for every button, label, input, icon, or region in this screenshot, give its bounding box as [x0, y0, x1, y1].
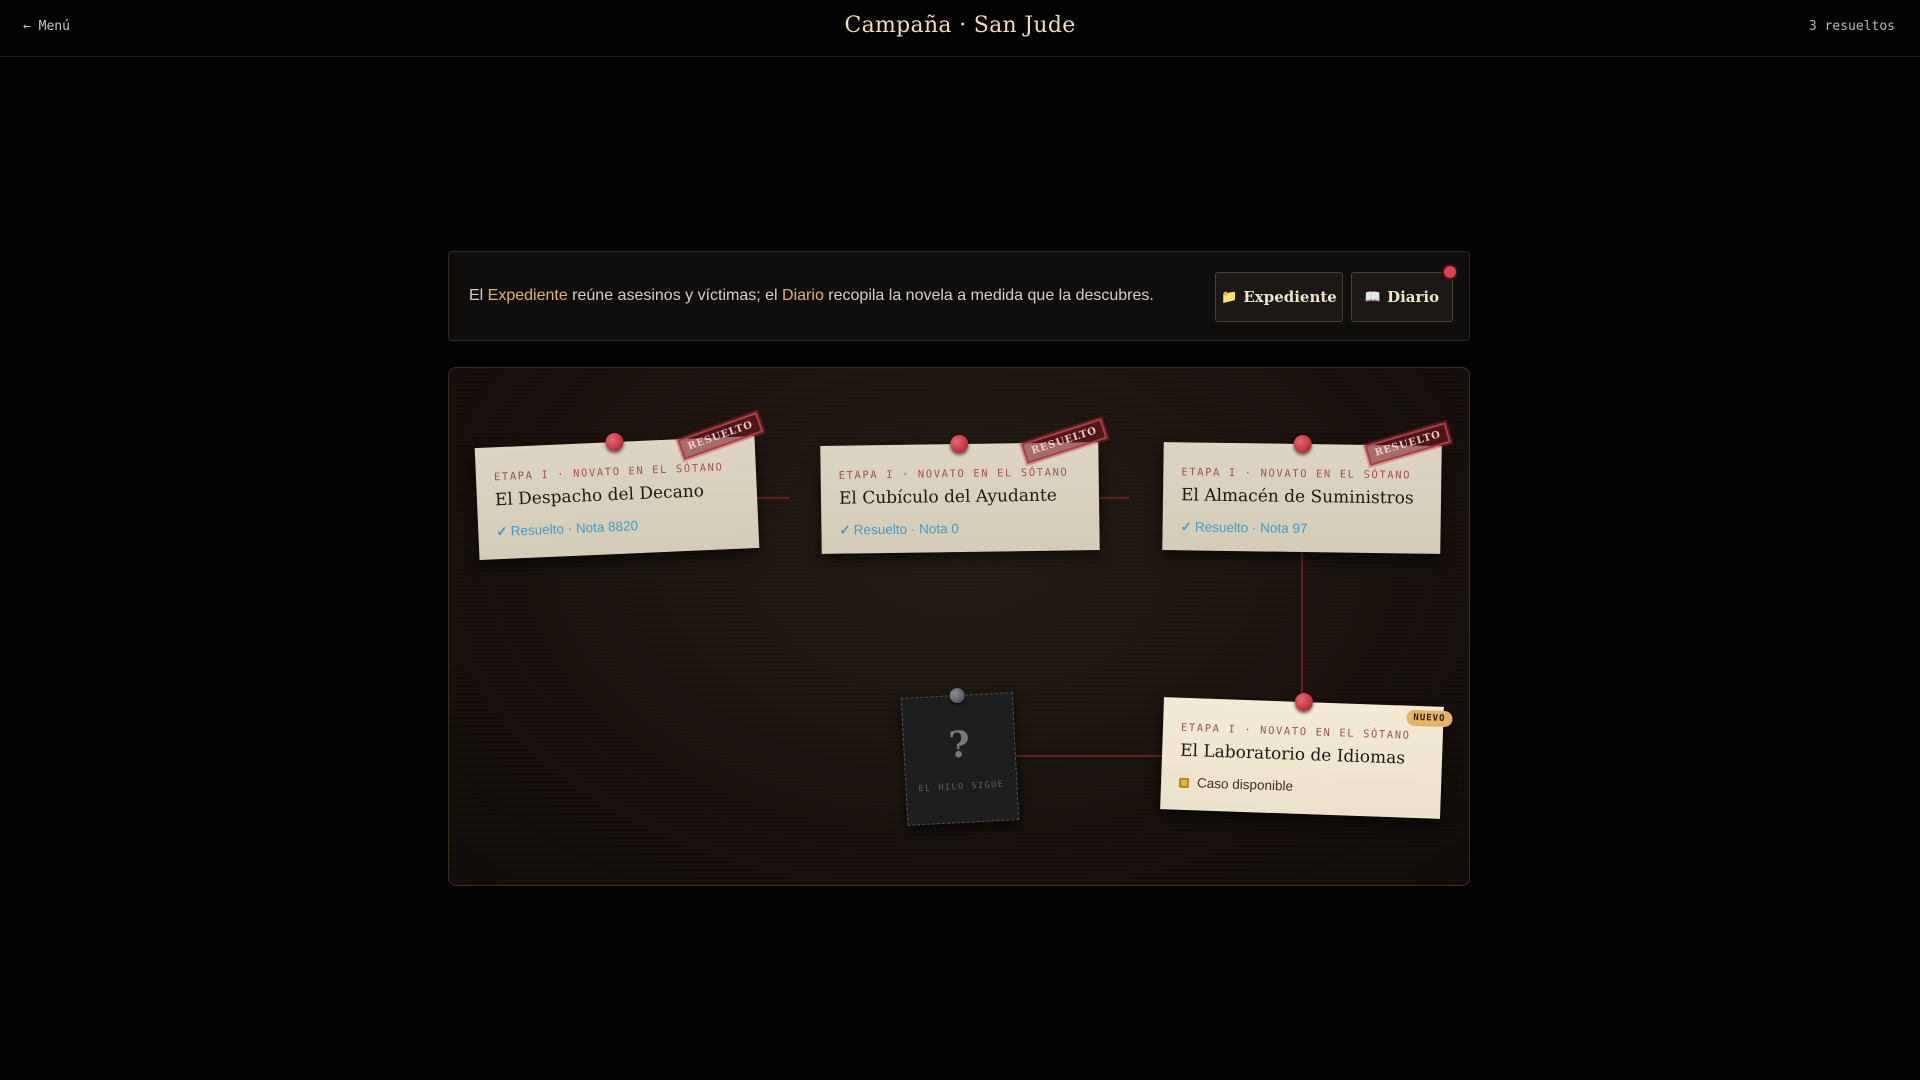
expediente-button[interactable]: 📁 Expediente — [1215, 272, 1343, 322]
locked-hint: EL HILO SIGUE — [918, 779, 1005, 795]
case-status: ✓ Resuelto · Nota 8820 — [496, 518, 638, 540]
diario-button[interactable]: 📖 Diario — [1351, 272, 1453, 322]
resolved-stamp: RESUELTO — [1020, 418, 1108, 464]
notification-dot — [1444, 266, 1456, 278]
pushpin-icon — [949, 687, 966, 704]
question-mark-icon: ? — [947, 723, 971, 767]
resolved-stamp: RESUELTO — [1364, 422, 1452, 466]
book-icon: 📖 — [1364, 289, 1382, 305]
case-status-text: Resuelto · Nota 97 — [1194, 519, 1308, 537]
intro-panel: El Expediente reúne asesinos y víctimas;… — [448, 251, 1470, 341]
case-card-new[interactable]: NUEVO ETAPA I · NOVATO EN EL SÓTANO El L… — [1160, 692, 1453, 819]
pushpin-icon — [1294, 692, 1314, 712]
pushpin-icon — [1293, 434, 1312, 454]
case-stage: ETAPA I · NOVATO EN EL SÓTANO — [838, 466, 1069, 482]
intro-text-part: recopila la novela a medida que la descu… — [823, 287, 1154, 304]
case-status: Caso disponible — [1178, 775, 1294, 794]
pushpin-icon — [605, 432, 624, 452]
thread-line — [1301, 548, 1303, 708]
top-bar: ← Menú Campaña · San Jude 3 resueltos — [0, 0, 1920, 57]
case-card[interactable]: RESUELTO ETAPA I · NOVATO EN EL SÓTANO E… — [1162, 422, 1452, 554]
case-card[interactable]: RESUELTO ETAPA I · NOVATO EN EL SÓTANO E… — [820, 418, 1108, 554]
available-icon — [1178, 777, 1190, 789]
check-icon: ✓ — [496, 523, 508, 540]
case-status-text: Resuelto · Nota 0 — [853, 521, 959, 538]
folder-icon: 📁 — [1221, 289, 1238, 305]
intro-text-part: reúne asesinos y víctimas; el — [567, 287, 783, 304]
case-stage: ETAPA I · NOVATO EN EL SÓTANO — [1180, 721, 1411, 742]
diario-button-label: Diario — [1387, 288, 1440, 306]
case-status-text: Resuelto · Nota 8820 — [510, 518, 639, 539]
case-title: El Despacho del Decano — [494, 481, 705, 511]
case-board: RESUELTO ETAPA I · NOVATO EN EL SÓTANO E… — [448, 367, 1470, 886]
intro-text: El Expediente reúne asesinos y víctimas;… — [469, 287, 1154, 305]
check-icon: ✓ — [839, 522, 851, 538]
case-title: El Cubículo del Ayudante — [838, 485, 1057, 509]
page-title: Campaña · San Jude — [844, 13, 1076, 38]
case-status-text: Caso disponible — [1196, 775, 1294, 794]
case-status: ✓ Resuelto · Nota 97 — [1180, 519, 1307, 537]
case-title: El Laboratorio de Idiomas — [1179, 740, 1406, 769]
pushpin-icon — [950, 434, 969, 454]
check-icon: ✓ — [1180, 519, 1193, 535]
diario-highlight: Diario — [782, 287, 824, 304]
case-card[interactable]: RESUELTO ETAPA I · NOVATO EN EL SÓTANO E… — [474, 411, 764, 561]
resolved-stamp: RESUELTO — [677, 411, 764, 460]
expediente-button-label: Expediente — [1243, 288, 1337, 306]
case-title: El Almacén de Suministros — [1180, 485, 1414, 509]
intro-text-part: El — [469, 287, 488, 304]
locked-case-card: ? EL HILO SIGUE — [900, 687, 1020, 826]
resolved-count: 3 resueltos — [1808, 19, 1895, 34]
case-stage: ETAPA I · NOVATO EN EL SÓTANO — [493, 461, 724, 484]
case-stage: ETAPA I · NOVATO EN EL SÓTANO — [1181, 466, 1412, 482]
expediente-highlight: Expediente — [487, 287, 568, 304]
new-badge: NUEVO — [1406, 709, 1453, 728]
case-status: ✓ Resuelto · Nota 0 — [839, 521, 959, 539]
